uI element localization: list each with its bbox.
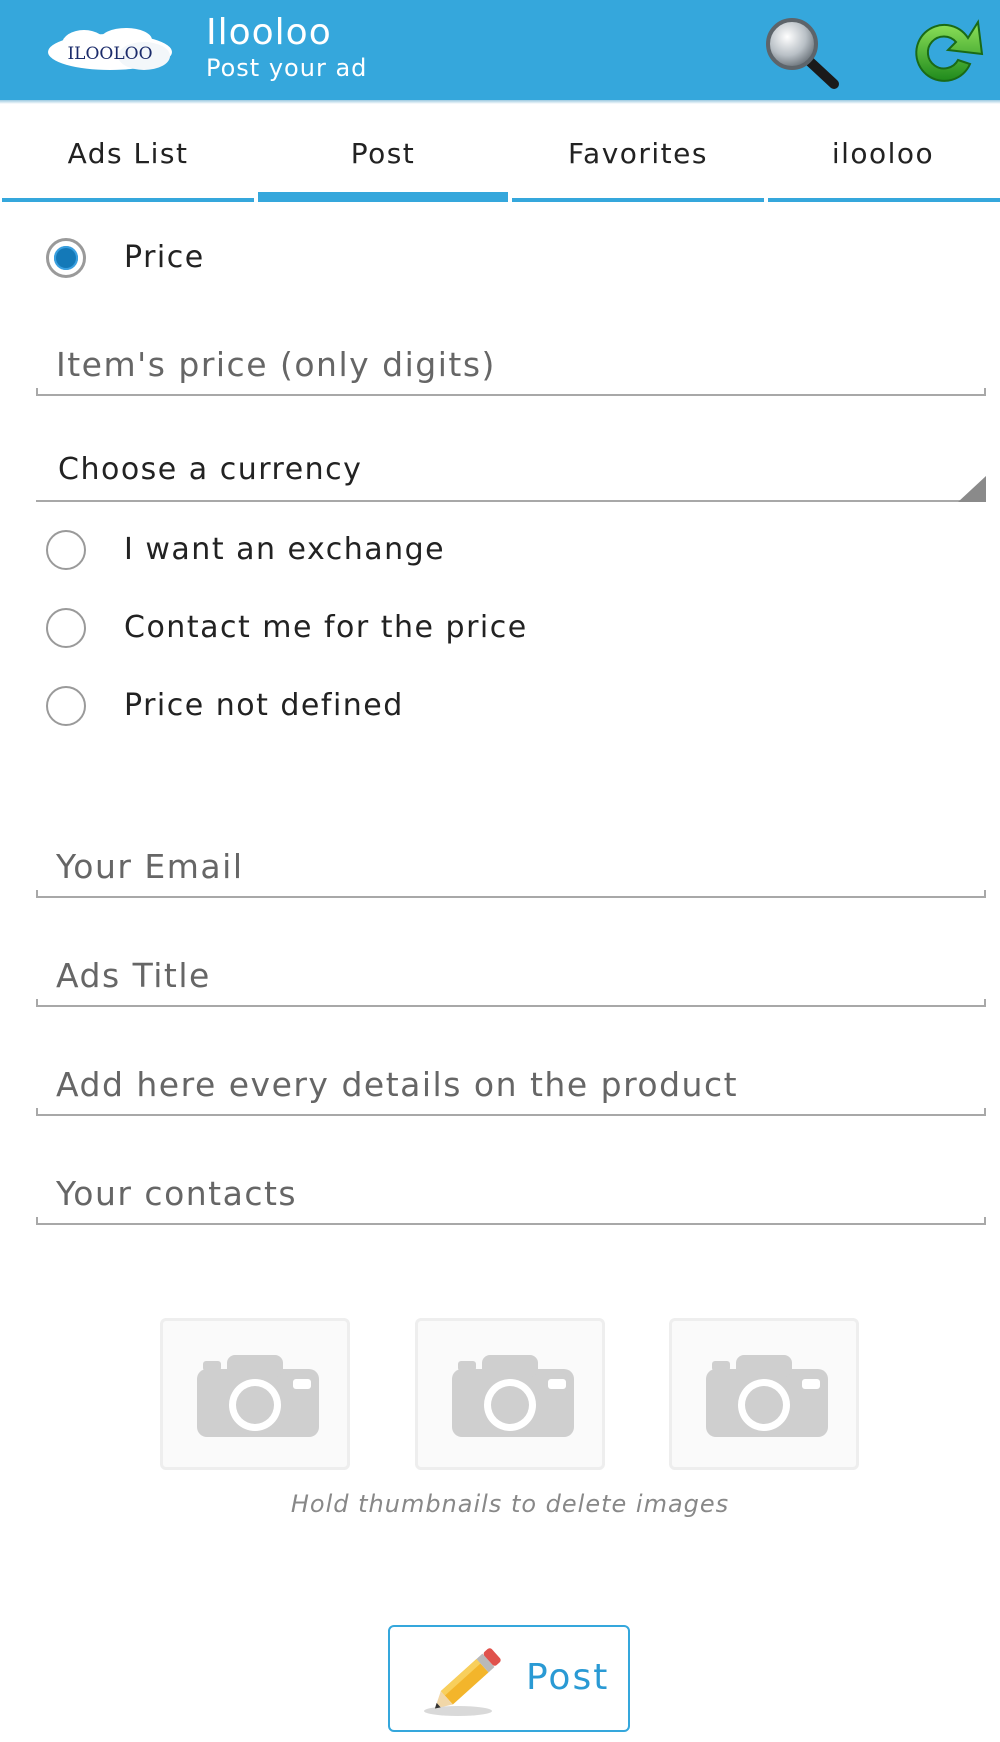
tab-favorites[interactable]: Favorites xyxy=(510,104,766,202)
tab-ads-list[interactable]: Ads List xyxy=(0,104,256,202)
email-field xyxy=(36,838,986,898)
details-field xyxy=(36,1056,986,1116)
price-field xyxy=(36,336,986,396)
post-button-label: Post xyxy=(526,1657,610,1698)
svg-text:ILOOLOO: ILOOLOO xyxy=(67,44,152,64)
tab-label: ilooloo xyxy=(831,136,935,170)
title-input[interactable] xyxy=(36,947,986,1003)
app-subtitle: Post your ad xyxy=(206,54,368,82)
refresh-icon[interactable] xyxy=(904,14,994,90)
camera-icon xyxy=(197,1355,319,1437)
logo: ILOOLOO xyxy=(44,26,176,76)
email-input[interactable] xyxy=(36,838,986,894)
app-bar: ILOOLOO Ilooloo Post your ad xyxy=(0,0,1000,104)
tab-label: Favorites xyxy=(568,136,708,170)
price-input[interactable] xyxy=(36,336,986,392)
price-radio-label: Price xyxy=(124,240,205,275)
search-icon[interactable] xyxy=(760,14,850,90)
price-undefined-radio-label: Price not defined xyxy=(124,688,404,723)
photo-slot-1[interactable] xyxy=(160,1318,350,1470)
tab-bar: Ads List Post Favorites ilooloo xyxy=(0,104,1000,202)
pencil-icon xyxy=(424,1648,501,1716)
photo-slot-3[interactable] xyxy=(669,1318,859,1470)
delete-images-hint: Hold thumbnails to delete images xyxy=(290,1490,730,1518)
currency-select[interactable]: Choose a currency xyxy=(36,430,986,502)
dropdown-arrow-icon xyxy=(958,476,986,502)
details-input[interactable] xyxy=(36,1056,986,1112)
contact-price-radio-label: Contact me for the price xyxy=(124,610,528,645)
tab-ilooloo[interactable]: ilooloo xyxy=(766,104,1000,202)
currency-select-value: Choose a currency xyxy=(58,452,363,487)
tab-post[interactable]: Post xyxy=(256,104,510,202)
active-tab-indicator xyxy=(258,192,508,202)
exchange-radio[interactable] xyxy=(46,530,86,570)
camera-icon xyxy=(706,1355,828,1437)
contact-price-radio[interactable] xyxy=(46,608,86,648)
title-field xyxy=(36,947,986,1007)
contacts-field xyxy=(36,1165,986,1225)
exchange-radio-label: I want an exchange xyxy=(124,532,446,567)
post-button[interactable]: Post xyxy=(388,1625,630,1732)
contacts-input[interactable] xyxy=(36,1165,986,1221)
price-radio[interactable] xyxy=(46,238,86,278)
price-undefined-radio[interactable] xyxy=(46,686,86,726)
camera-icon xyxy=(452,1355,574,1437)
photo-slot-2[interactable] xyxy=(415,1318,605,1470)
tab-label: Post xyxy=(350,136,416,170)
app-title: Ilooloo xyxy=(206,12,332,53)
tab-label: Ads List xyxy=(67,136,189,170)
